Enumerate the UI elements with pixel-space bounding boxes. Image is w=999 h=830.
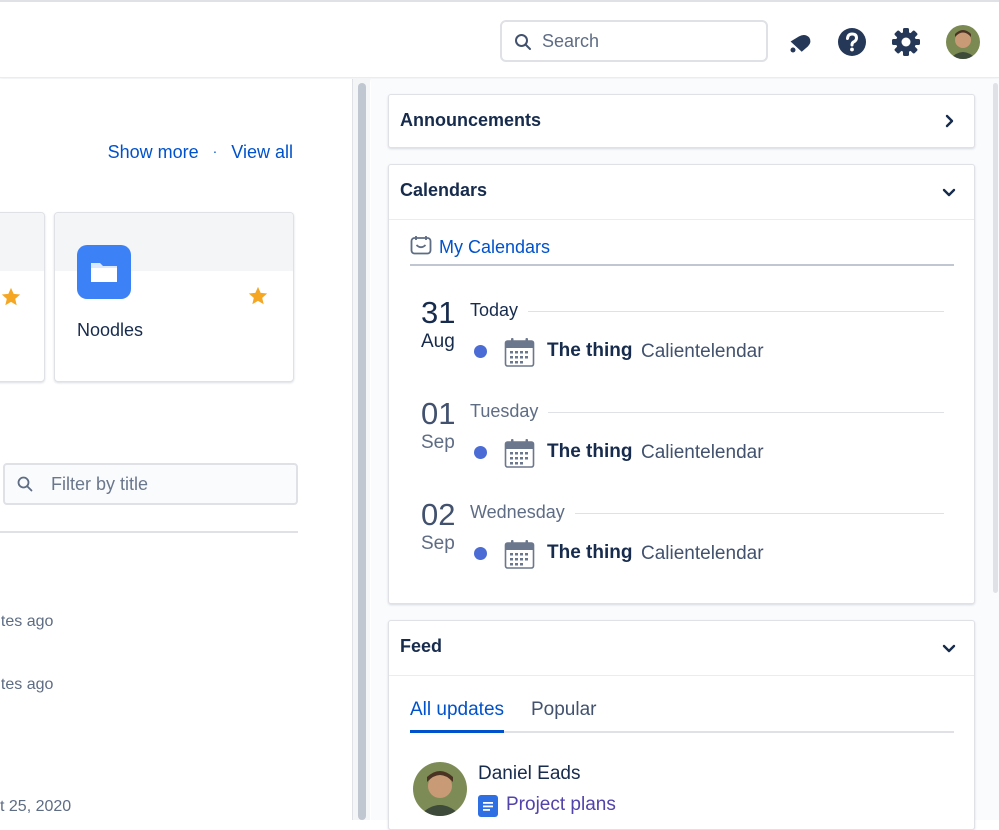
search-icon: [17, 476, 33, 492]
page-icon: [478, 795, 498, 817]
activity-timestamp: utes ago: [0, 676, 54, 693]
chevron-down-icon[interactable]: [942, 641, 956, 655]
panel-title: Calendars: [400, 180, 488, 200]
calendar-icon: [504, 439, 535, 468]
panel-title: Announcements: [400, 110, 542, 130]
activity-timestamp: utes ago: [0, 613, 54, 630]
tab-all-updates[interactable]: All updates: [410, 699, 505, 733]
announcements-panel[interactable]: Announcements: [388, 94, 975, 148]
main-content: Show more · View all Noodles utes ago utes…: [0, 79, 352, 820]
event-title[interactable]: The thing: [547, 441, 632, 463]
chevron-down-icon[interactable]: [942, 185, 956, 199]
notifications-icon[interactable]: [785, 27, 815, 57]
activity-timestamp: st 25, 2020: [0, 798, 72, 815]
user-avatar[interactable]: [946, 25, 980, 59]
search-input[interactable]: [542, 28, 757, 54]
weekday-label: Wednesday: [470, 502, 575, 523]
settings-icon[interactable]: [891, 27, 921, 57]
calendar-smile-icon: [410, 236, 432, 255]
top-navigation-bar: [0, 0, 999, 78]
my-calendars-link[interactable]: My Calendars: [439, 237, 550, 258]
space-card-noodles[interactable]: Noodles: [54, 212, 294, 382]
star-icon[interactable]: [0, 286, 22, 308]
panel-header-divider: [389, 675, 974, 676]
chevron-right-icon[interactable]: [942, 114, 956, 128]
show-more-link[interactable]: Show more: [108, 142, 199, 163]
link-separator: ·: [212, 143, 218, 159]
panel-title: Feed: [400, 636, 443, 656]
event-calendar-name: Calientelendar: [641, 341, 764, 362]
folder-icon: [77, 245, 131, 299]
event-title[interactable]: The thing: [547, 340, 632, 362]
month-label: Sep: [421, 533, 455, 554]
weekday-label: Tuesday: [470, 401, 549, 422]
my-calendars-header[interactable]: My Calendars: [410, 234, 954, 266]
calendar-icon: [504, 540, 535, 569]
help-icon[interactable]: [837, 27, 867, 57]
event-color-dot: [474, 446, 487, 459]
star-icon[interactable]: [247, 285, 269, 307]
search-icon: [515, 34, 531, 50]
weekday-label: Today: [470, 300, 529, 321]
feed-panel: Feed All updates Popular Daniel Eads Pro…: [388, 620, 975, 830]
month-label: Sep: [421, 432, 455, 453]
view-all-link[interactable]: View all: [231, 142, 293, 163]
sidebar-scrollbar[interactable]: [991, 79, 999, 820]
calendars-panel: Calendars My Calendars 31 Aug Today The …: [388, 164, 975, 604]
panel-divider-scrollbar[interactable]: [352, 79, 370, 820]
day-number: 01: [421, 396, 456, 431]
event-color-dot: [474, 345, 487, 358]
space-name: Noodles: [77, 320, 144, 340]
feed-page-link[interactable]: Project plans: [506, 794, 616, 816]
spaces-links: Show more · View all: [108, 142, 293, 163]
feed-tabs: All updates Popular: [410, 699, 954, 733]
card-banner: [0, 213, 44, 271]
event-calendar-name: Calientelendar: [641, 543, 764, 564]
day-number: 02: [421, 497, 456, 532]
space-card[interactable]: [0, 212, 45, 382]
event-color-dot: [474, 547, 487, 560]
scrollbar-thumb[interactable]: [993, 83, 998, 593]
calendar-day: 31 Aug Today The thing Calientelendar: [389, 295, 976, 385]
day-number: 31: [421, 295, 456, 330]
event-calendar-name: Calientelendar: [641, 442, 764, 463]
filter-input[interactable]: [51, 472, 281, 496]
tab-popular[interactable]: Popular: [531, 699, 597, 733]
avatar[interactable]: [413, 762, 467, 816]
scrollbar-thumb[interactable]: [358, 83, 366, 820]
event-title[interactable]: The thing: [547, 542, 632, 564]
calendar-icon: [504, 338, 535, 367]
divider: [0, 531, 298, 533]
calendar-day: 02 Sep Wednesday The thing Calientelenda…: [389, 497, 976, 587]
month-label: Aug: [421, 331, 455, 352]
filter-box[interactable]: [3, 463, 298, 505]
panel-header-divider: [389, 219, 974, 220]
day-divider: [470, 311, 944, 312]
calendar-day: 01 Sep Tuesday The thing Calientelendar: [389, 396, 976, 486]
search-box[interactable]: [500, 20, 768, 62]
feed-user-name[interactable]: Daniel Eads: [478, 763, 580, 785]
